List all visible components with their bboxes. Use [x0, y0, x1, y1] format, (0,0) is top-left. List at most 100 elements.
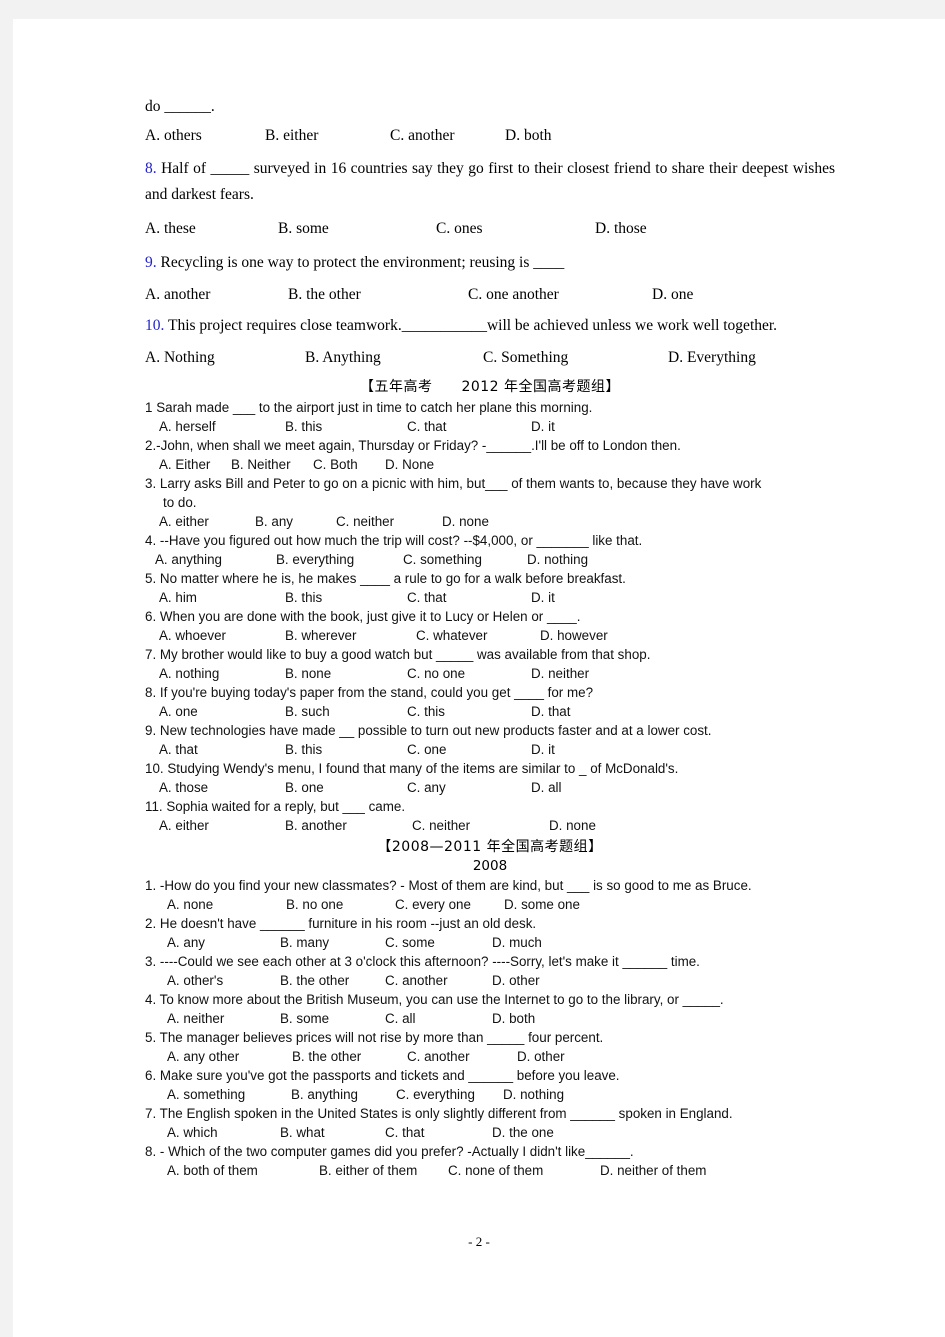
option-d[interactable]: D. it — [531, 417, 555, 436]
option-d[interactable]: D. other — [517, 1047, 565, 1066]
option-d[interactable]: D. however — [540, 626, 608, 645]
option-c[interactable]: C. this — [407, 702, 531, 721]
option-b[interactable]: B. this — [285, 417, 407, 436]
option-c[interactable]: C. another — [385, 971, 492, 990]
option-b[interactable]: B. no one — [286, 895, 395, 914]
question-text: Larry asks Bill and Peter to go on a pic… — [159, 475, 762, 491]
option-b[interactable]: B. another — [285, 816, 412, 835]
option-a[interactable]: A. something — [167, 1085, 291, 1104]
option-b[interactable]: B. either — [265, 127, 390, 144]
option-c[interactable]: C. neither — [412, 816, 549, 835]
option-d[interactable]: D. both — [492, 1009, 535, 1028]
option-d[interactable]: D. nothing — [527, 550, 588, 569]
option-a[interactable]: A. neither — [167, 1009, 280, 1028]
option-b[interactable]: B. Neither — [231, 455, 313, 474]
option-c[interactable]: C. every one — [395, 895, 504, 914]
option-c[interactable]: C. that — [407, 588, 531, 607]
option-c[interactable]: C. neither — [336, 512, 442, 531]
option-b[interactable]: B. such — [285, 702, 407, 721]
option-d[interactable]: D. neither of them — [600, 1161, 706, 1180]
option-a[interactable]: A. whoever — [159, 626, 285, 645]
option-a[interactable]: A. those — [159, 778, 285, 797]
option-c[interactable]: C. another — [407, 1047, 517, 1066]
option-b[interactable]: B. some — [280, 1009, 385, 1028]
option-c[interactable]: C. Both — [313, 455, 385, 474]
option-d[interactable]: D. all — [531, 778, 562, 797]
option-a[interactable]: A. that — [159, 740, 285, 759]
option-a[interactable]: A. any other — [167, 1047, 292, 1066]
option-d[interactable]: D. it — [531, 740, 555, 759]
option-a[interactable]: A. either — [159, 512, 255, 531]
option-c[interactable]: C. any — [407, 778, 531, 797]
option-c[interactable]: C. another — [390, 127, 505, 144]
option-a[interactable]: A. herself — [159, 417, 285, 436]
option-b[interactable]: B. Anything — [305, 350, 483, 366]
question-number: 5. — [145, 570, 157, 586]
option-d[interactable]: D. neither — [531, 664, 589, 683]
option-a[interactable]: A. other's — [167, 971, 280, 990]
option-b[interactable]: B. everything — [276, 550, 403, 569]
option-c[interactable]: C. some — [385, 933, 492, 952]
option-d[interactable]: D. one — [652, 286, 693, 303]
option-c[interactable]: C. whatever — [416, 626, 540, 645]
option-a[interactable]: A. Nothing — [145, 350, 305, 366]
option-b[interactable]: B. the other — [288, 286, 468, 303]
option-a[interactable]: A. anything — [155, 550, 276, 569]
option-b[interactable]: B. wherever — [285, 626, 416, 645]
option-a[interactable]: A. others — [145, 127, 265, 144]
option-b[interactable]: B. none — [285, 664, 407, 683]
option-d[interactable]: D. the one — [492, 1123, 554, 1142]
option-c[interactable]: C. Something — [483, 350, 668, 366]
option-c[interactable]: C. that — [407, 417, 531, 436]
option-d[interactable]: D. those — [595, 221, 647, 237]
option-d[interactable]: D. much — [492, 933, 542, 952]
option-b[interactable]: B. either of them — [319, 1161, 448, 1180]
option-d[interactable]: D. none — [442, 512, 489, 531]
option-c[interactable]: C. that — [385, 1123, 492, 1142]
section-heading-2012: 【五年高考 2012 年全国高考题组】 — [359, 378, 621, 395]
option-c[interactable]: C. something — [403, 550, 527, 569]
option-d[interactable]: D. both — [505, 127, 552, 144]
option-b[interactable]: B. this — [285, 588, 407, 607]
option-a[interactable]: A. none — [167, 895, 286, 914]
question-9-number: 9. — [145, 253, 157, 271]
option-c[interactable]: C. ones — [436, 221, 595, 237]
option-a[interactable]: A. any — [167, 933, 280, 952]
option-a[interactable]: A. Either — [159, 455, 231, 474]
option-b[interactable]: B. anything — [291, 1085, 396, 1104]
option-a[interactable]: A. him — [159, 588, 285, 607]
option-d[interactable]: D. None — [385, 455, 434, 474]
option-d[interactable]: D. some one — [504, 895, 580, 914]
option-a[interactable]: A. nothing — [159, 664, 285, 683]
option-b[interactable]: B. many — [280, 933, 385, 952]
option-b[interactable]: B. some — [278, 221, 436, 237]
option-c[interactable]: C. one — [407, 740, 531, 759]
option-c[interactable]: C. no one — [407, 664, 531, 683]
option-a[interactable]: A. another — [145, 286, 288, 303]
option-d[interactable]: D. it — [531, 588, 555, 607]
option-c[interactable]: C. one another — [468, 286, 652, 303]
option-c[interactable]: C. all — [385, 1009, 492, 1028]
option-a[interactable]: A. these — [145, 221, 278, 237]
option-b[interactable]: B. any — [255, 512, 336, 531]
question-10-text: This project requires close teamwork.___… — [167, 317, 778, 334]
option-a[interactable]: A. which — [167, 1123, 280, 1142]
option-b[interactable]: B. what — [280, 1123, 385, 1142]
question-text: -How do you find your new classmates? - … — [159, 877, 752, 893]
option-d[interactable]: D. Everything — [668, 350, 756, 366]
option-d[interactable]: D. none — [549, 816, 596, 835]
option-a[interactable]: A. either — [159, 816, 285, 835]
option-c[interactable]: C. everything — [396, 1085, 503, 1104]
options-row: A. any B. many C. some D. much — [145, 933, 835, 952]
option-d[interactable]: D. that — [531, 702, 570, 721]
option-b[interactable]: B. this — [285, 740, 407, 759]
option-b[interactable]: B. the other — [292, 1047, 407, 1066]
option-b[interactable]: B. one — [285, 778, 407, 797]
option-a[interactable]: A. both of them — [167, 1161, 319, 1180]
option-d[interactable]: D. nothing — [503, 1085, 564, 1104]
option-b[interactable]: B. the other — [280, 971, 385, 990]
option-d[interactable]: D. other — [492, 971, 540, 990]
option-c[interactable]: C. none of them — [448, 1161, 600, 1180]
option-a[interactable]: A. one — [159, 702, 285, 721]
question-10-number: 10. — [145, 317, 165, 334]
